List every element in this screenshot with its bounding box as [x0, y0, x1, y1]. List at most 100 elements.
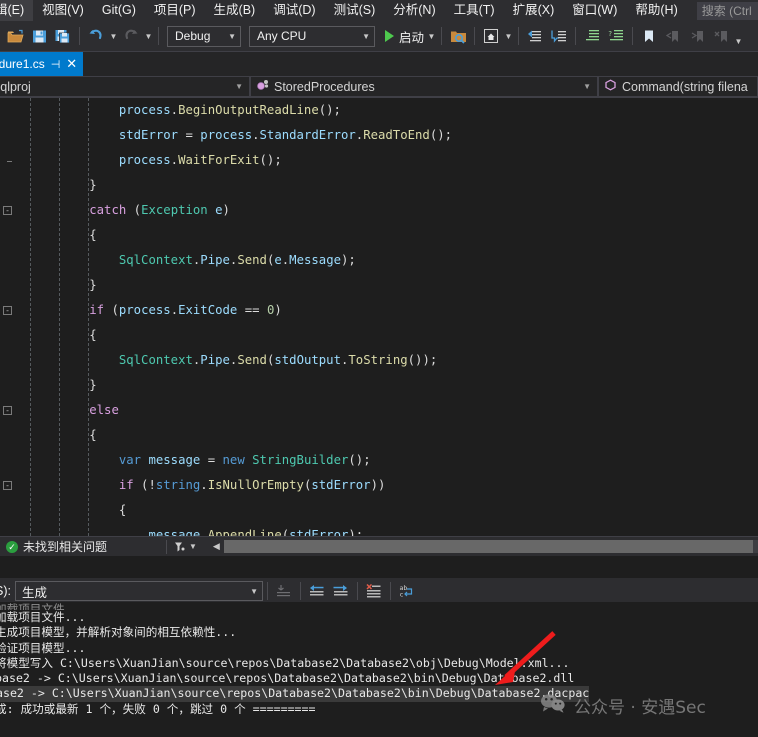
navbar-member-select[interactable]: Command(string filena	[598, 76, 758, 97]
bookmark-icon[interactable]	[637, 24, 661, 48]
code-line[interactable]: process.WaitForExit();	[0, 148, 758, 173]
output-line[interactable]: base2 -> C:\Users\XuanJian\source\repos\…	[0, 686, 758, 701]
code-line[interactable]: stdError = process.StandardError.ReadToE…	[0, 123, 758, 148]
home-dropdown-icon[interactable]: ▼	[503, 24, 514, 48]
menu-debug[interactable]: 调试(D)	[264, 0, 324, 21]
close-icon[interactable]: ✕	[66, 56, 77, 72]
solution-platform-select[interactable]: Any CPU ▼	[249, 26, 375, 47]
open-folder-icon[interactable]	[3, 24, 27, 48]
output-toolbar-separator	[300, 582, 301, 600]
code-token: }	[89, 178, 96, 192]
toolbar-overflow-icon[interactable]: ▼	[733, 24, 744, 48]
output-source-select[interactable]: 生成 ▼	[15, 581, 263, 601]
increase-indent-icon[interactable]	[580, 24, 604, 48]
menu-extensions[interactable]: 扩展(X)	[504, 0, 564, 21]
menu-tools[interactable]: 工具(T)	[445, 0, 504, 21]
output-line[interactable]: base2 -> C:\Users\XuanJian\source\repos\…	[0, 671, 758, 686]
problems-status[interactable]: ✓ 未找到相关问题	[0, 538, 160, 555]
menu-view[interactable]: 视图(V)	[33, 0, 93, 21]
previous-bookmark-icon[interactable]	[661, 24, 685, 48]
code-token: .	[200, 478, 207, 492]
output-line[interactable]: 加载项目文件...	[0, 602, 758, 610]
find-in-files-icon[interactable]	[446, 24, 470, 48]
pin-icon[interactable]: ⊣	[51, 58, 61, 71]
code-line[interactable]: if (!string.IsNullOrEmpty(stdError))	[0, 473, 758, 498]
menu-project[interactable]: 项目(P)	[145, 0, 205, 21]
output-line[interactable]: 成: 成功或最新 1 个，失败 0 个，跳过 0 个 =========	[0, 702, 758, 717]
code-line[interactable]: catch (Exception e)	[0, 198, 758, 223]
home-icon[interactable]	[479, 24, 503, 48]
status-separator	[166, 540, 167, 554]
output-source-value: 生成	[22, 582, 250, 601]
navigate-backward-icon[interactable]	[523, 24, 547, 48]
save-all-icon[interactable]	[51, 24, 75, 48]
code-line[interactable]: {	[0, 498, 758, 523]
word-wrap-icon[interactable]: ab c	[395, 579, 419, 603]
output-line[interactable]: 加载项目文件...	[0, 610, 758, 625]
undo-icon[interactable]	[84, 24, 108, 48]
output-line[interactable]: 验证项目模型...	[0, 641, 758, 656]
code-line[interactable]: SqlContext.Pipe.Send(e.Message);	[0, 248, 758, 273]
menu-test[interactable]: 测试(S)	[325, 0, 385, 21]
code-line[interactable]: if (process.ExitCode == 0)	[0, 298, 758, 323]
code-token	[30, 453, 119, 467]
code-line[interactable]: }	[0, 373, 758, 398]
pane-splitter[interactable]	[0, 556, 758, 578]
output-line[interactable]: 生成项目模型，并解析对象间的相互依赖性...	[0, 625, 758, 640]
code-editor[interactable]: ----- process.BeginOutputReadLine(); std…	[0, 98, 758, 536]
check-circle-icon: ✓	[6, 541, 18, 553]
menu-window[interactable]: 窗口(W)	[563, 0, 626, 21]
code-token: }	[89, 278, 96, 292]
code-token: ();	[260, 153, 282, 167]
solution-configuration-select[interactable]: Debug ▼	[167, 26, 241, 47]
code-line[interactable]: message.AppendLine(stdError);	[0, 523, 758, 536]
start-debug-dropdown-icon[interactable]: ▼	[426, 24, 437, 48]
code-line[interactable]: else	[0, 398, 758, 423]
output-line[interactable]: 将模型写入 C:\Users\XuanJian\source\repos\Dat…	[0, 656, 758, 671]
code-line[interactable]: }	[0, 273, 758, 298]
output-line-text: 成: 成功或最新 1 个，失败 0 个，跳过 0 个 =========	[0, 702, 316, 716]
output-pane: S): 生成 ▼	[0, 578, 758, 723]
code-text[interactable]: process.BeginOutputReadLine(); stdError …	[0, 98, 758, 536]
editor-horizontal-scrollbar[interactable]: ◀	[209, 540, 758, 553]
navbar-type-select[interactable]: StoredProcedures ▼	[250, 76, 598, 97]
output-text[interactable]: 加载项目文件...加载项目文件...生成项目模型，并解析对象间的相互依赖性...…	[0, 602, 758, 723]
navbar-project-select[interactable]: sqlproj ▼	[0, 76, 250, 97]
clear-bookmarks-icon[interactable]	[709, 24, 733, 48]
decrease-indent-icon[interactable]: ?	[604, 24, 628, 48]
save-icon[interactable]	[27, 24, 51, 48]
scrollbar-track[interactable]	[224, 540, 758, 553]
next-message-icon[interactable]	[329, 579, 353, 603]
next-bookmark-icon[interactable]	[685, 24, 709, 48]
previous-message-icon[interactable]	[305, 579, 329, 603]
menu-help[interactable]: 帮助(H)	[626, 0, 686, 21]
code-line[interactable]: SqlContext.Pipe.Send(stdOutput.ToString(…	[0, 348, 758, 373]
code-token: stdError	[119, 128, 178, 142]
code-line[interactable]: {	[0, 423, 758, 448]
svg-text:c: c	[400, 591, 404, 599]
menu-edit[interactable]: 辑(E)	[0, 0, 33, 21]
redo-dropdown-icon[interactable]: ▼	[143, 24, 154, 48]
comment-selection-icon[interactable]	[547, 24, 571, 48]
redo-icon[interactable]	[119, 24, 143, 48]
menu-build[interactable]: 生成(B)	[205, 0, 265, 21]
search-input[interactable]: 搜索 (Ctrl	[697, 2, 758, 20]
code-line[interactable]: {	[0, 223, 758, 248]
code-token	[30, 153, 119, 167]
start-debug-button[interactable]: 启动	[379, 24, 426, 48]
code-line[interactable]: }	[0, 173, 758, 198]
code-line[interactable]: process.BeginOutputReadLine();	[0, 98, 758, 123]
menu-analyze[interactable]: 分析(N)	[384, 0, 444, 21]
menu-git[interactable]: Git(G)	[93, 0, 145, 21]
output-toolbar-separator	[390, 582, 391, 600]
go-to-message-icon[interactable]	[272, 579, 296, 603]
clear-all-icon[interactable]	[362, 579, 386, 603]
code-line[interactable]: {	[0, 323, 758, 348]
scroll-left-icon[interactable]: ◀	[209, 541, 224, 552]
code-line[interactable]: var message = new StringBuilder();	[0, 448, 758, 473]
tab-storedprocedure1-cs[interactable]: cedure1.cs ⊣ ✕	[0, 52, 83, 76]
filter-errors-button[interactable]: ▼	[173, 541, 197, 553]
menu-bar: 辑(E)视图(V)Git(G)项目(P)生成(B)调试(D)测试(S)分析(N)…	[0, 0, 758, 21]
undo-dropdown-icon[interactable]: ▼	[108, 24, 119, 48]
scrollbar-thumb[interactable]	[224, 540, 753, 553]
